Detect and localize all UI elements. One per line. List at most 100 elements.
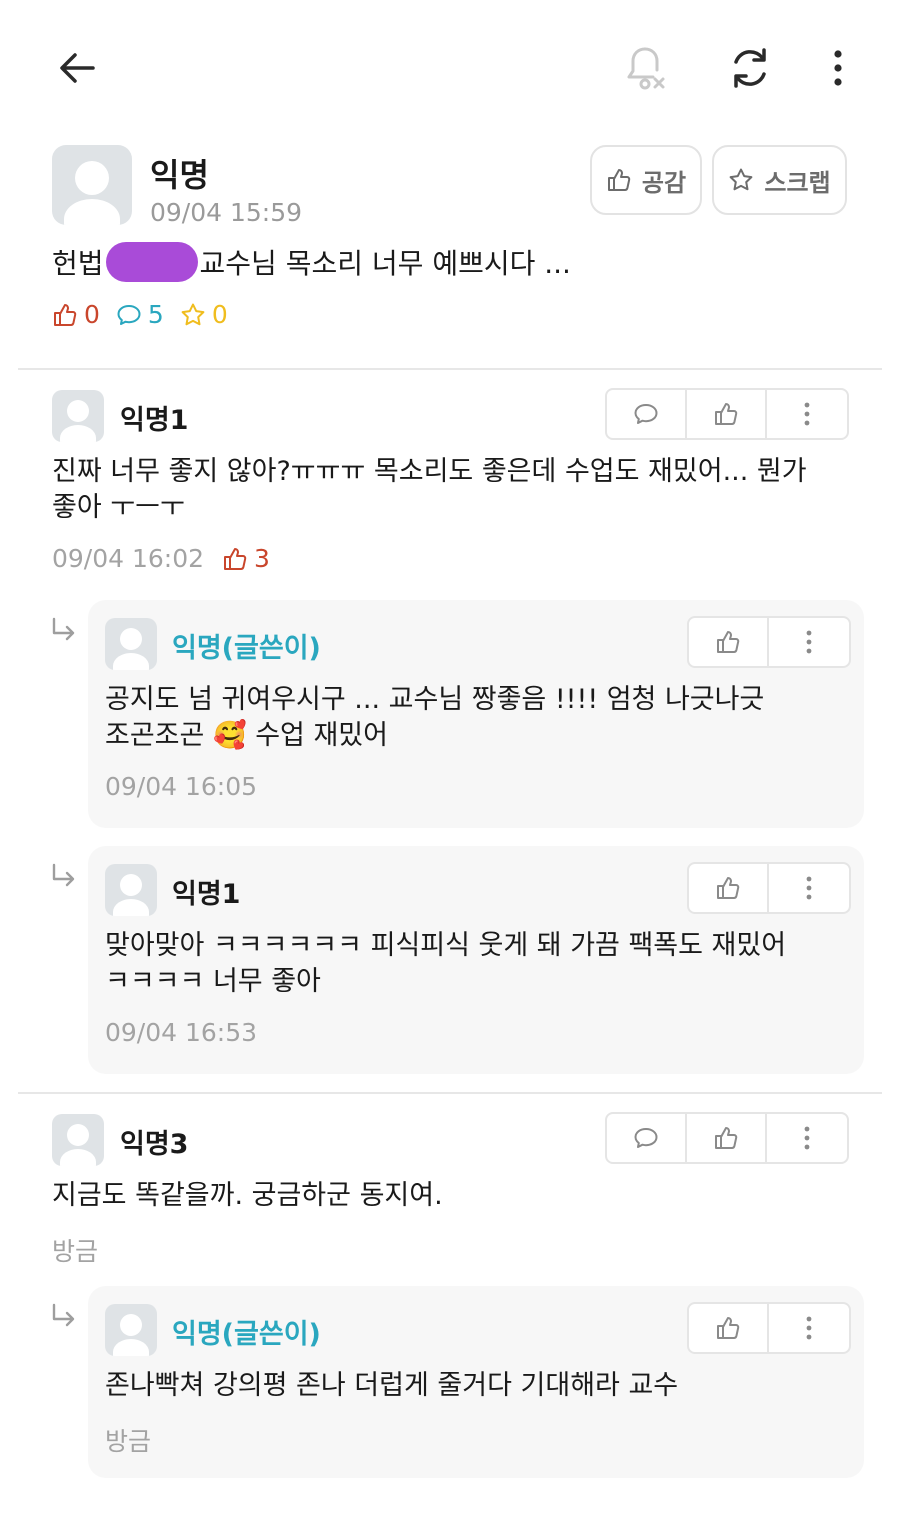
reply: 익명(글쓴이) 존나빡쳐 강의평 존나 더럽게 줄거다 기대해라 교수 방금 — [88, 1286, 864, 1478]
post-author: 익명 — [150, 156, 209, 194]
reply-like-button[interactable] — [689, 864, 769, 912]
thumbs-up-icon — [715, 1127, 738, 1149]
reply-text-line: 공지도 넘 귀여우시구 ... 교수님 짱좋음 !!!! 엄청 나긋나긋 — [105, 684, 765, 715]
avatar — [105, 1304, 157, 1356]
comment-vote-value: 3 — [254, 544, 270, 573]
reply-arrow-icon — [52, 863, 75, 887]
comment-text: 진짜 너무 좋지 않아?ㅠㅠㅠ 목소리도 좋은데 수업도 재밌어... 뭔가 좋… — [52, 454, 807, 526]
reply-text-line: 맞아맞아 ㅋㅋㅋㅋㅋㅋ 피식피식 웃게 돼 가끔 팩폭도 재밌어 — [105, 930, 787, 961]
avatar — [52, 390, 104, 442]
reply-text: 공지도 넘 귀여우시구 ... 교수님 짱좋음 !!!! 엄청 나긋나긋 조곤조… — [105, 682, 764, 754]
avatar — [52, 1114, 104, 1166]
more-vertical-icon — [834, 50, 842, 86]
arrow-left-icon — [60, 53, 95, 83]
avatar — [105, 864, 157, 916]
reply-time: 09/04 16:53 — [105, 1018, 258, 1047]
thumbs-up-icon — [715, 403, 738, 425]
comment-more-button[interactable] — [767, 390, 847, 438]
divider — [18, 1092, 882, 1094]
more-vertical-icon — [804, 402, 810, 426]
more-vertical-icon — [806, 630, 812, 654]
comment-author: 익명1 — [120, 405, 189, 436]
post-stats: 0 5 0 — [52, 300, 228, 329]
reply: 익명(글쓴이) 공지도 넘 귀여우시구 ... 교수님 짱좋음 !!!! 엄청 … — [88, 600, 864, 828]
comment-text-line: 좋아 ㅜㅡㅜ — [52, 492, 185, 523]
thumbs-up-icon — [224, 547, 247, 570]
scrap-button-label: 스크랩 — [764, 168, 831, 197]
reply-text: 존나빡쳐 강의평 존나 더럽게 줄거다 기대해라 교수 — [105, 1370, 679, 1401]
divider — [18, 368, 882, 370]
more-vertical-icon — [806, 876, 812, 900]
comment-actions — [605, 1112, 849, 1164]
comment-more-button[interactable] — [767, 1114, 847, 1162]
avatar — [105, 618, 157, 670]
reply-text-fragment: 조곤조곤 — [105, 720, 205, 751]
like-count: 0 — [52, 300, 100, 329]
reply-text-line: ㅋㅋㅋㅋ 너무 좋아 — [105, 966, 321, 997]
reply-more-button[interactable] — [769, 618, 849, 666]
scrap-count: 0 — [180, 300, 228, 329]
refresh-icon — [734, 48, 766, 88]
reply-arrow-icon — [52, 617, 75, 641]
post-time: 09/04 15:59 — [150, 198, 303, 227]
reply-author: 익명(글쓴이) — [172, 633, 321, 664]
top-bar — [0, 0, 900, 130]
thumbs-up-icon — [607, 169, 631, 191]
more-vertical-icon — [804, 1126, 810, 1150]
back-button[interactable] — [50, 40, 106, 96]
refresh-button[interactable] — [722, 40, 778, 96]
comment-meta: 09/04 16:02 3 — [52, 544, 270, 573]
like-button-label: 공감 — [641, 168, 687, 197]
comment-vote-count: 3 — [222, 544, 270, 573]
reply-button[interactable] — [607, 1114, 687, 1162]
more-vertical-icon — [806, 1316, 812, 1340]
scrap-button[interactable]: 스크랩 — [712, 145, 847, 215]
comment-icon — [634, 404, 658, 424]
reply-more-button[interactable] — [769, 1304, 849, 1352]
emoji: 🥰 — [212, 720, 247, 751]
like-button[interactable]: 공감 — [590, 145, 702, 215]
post-body: 헌법 교수님 목소리 너무 예쁘시다 ... — [52, 242, 571, 282]
star-icon — [729, 168, 753, 191]
reply-author: 익명(글쓴이) — [172, 1319, 321, 1350]
comment-actions — [605, 388, 849, 440]
comment-like-button[interactable] — [687, 1114, 767, 1162]
reply-actions — [687, 862, 851, 914]
comment-icon — [634, 1128, 658, 1148]
post-body-suffix: 교수님 목소리 너무 예쁘시다 ... — [199, 247, 571, 280]
scrap-count-value: 0 — [211, 300, 228, 329]
reply-more-button[interactable] — [769, 864, 849, 912]
thumbs-up-icon — [717, 631, 740, 653]
notification-toggle-button[interactable] — [617, 40, 673, 96]
comment-count-value: 5 — [147, 300, 164, 329]
comment-time: 방금 — [52, 1237, 99, 1266]
reply-like-button[interactable] — [689, 618, 769, 666]
bell-off-icon — [627, 47, 665, 90]
thumbs-up-icon — [54, 303, 77, 326]
reply-text-fragment: 수업 재밌어 — [255, 720, 388, 751]
star-icon — [181, 303, 205, 325]
comment-count: 5 — [116, 300, 164, 329]
reply-like-button[interactable] — [689, 1304, 769, 1352]
reply-actions — [687, 1302, 851, 1354]
reply-text-line: 조곤조곤 🥰 수업 재밌어 — [105, 718, 764, 754]
reply-time: 방금 — [105, 1427, 152, 1456]
reply-arrow-icon — [52, 1303, 75, 1327]
thumbs-up-icon — [717, 877, 740, 899]
comment-icon — [117, 304, 141, 325]
reply-button[interactable] — [607, 390, 687, 438]
more-options-button[interactable] — [810, 40, 866, 96]
comment-author: 익명3 — [120, 1129, 189, 1160]
thumbs-up-icon — [717, 1317, 740, 1339]
reply-actions — [687, 616, 851, 668]
avatar — [52, 145, 132, 225]
reply: 익명1 맞아맞아 ㅋㅋㅋㅋㅋㅋ 피식피식 웃게 돼 가끔 팩폭도 재밌어 ㅋㅋㅋ… — [88, 846, 864, 1074]
comment-like-button[interactable] — [687, 390, 767, 438]
like-count-value: 0 — [84, 300, 100, 329]
redaction-mark — [105, 242, 198, 282]
reply-text: 맞아맞아 ㅋㅋㅋㅋㅋㅋ 피식피식 웃게 돼 가끔 팩폭도 재밌어 ㅋㅋㅋㅋ 너무… — [105, 928, 786, 1000]
reply-author: 익명1 — [172, 879, 241, 910]
post-body-prefix: 헌법 — [52, 247, 104, 280]
comment-text: 지금도 똑같을까. 궁금하군 동지여. — [52, 1180, 443, 1211]
reply-time: 09/04 16:05 — [105, 772, 258, 801]
